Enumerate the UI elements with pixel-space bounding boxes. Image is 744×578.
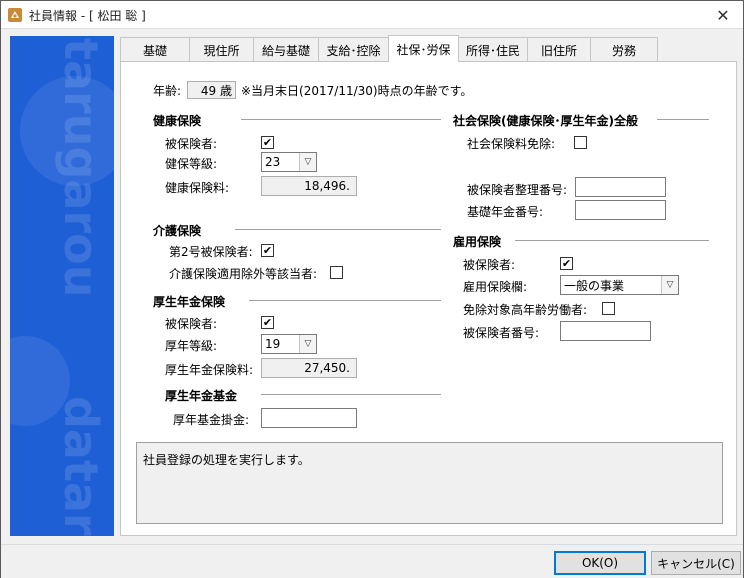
care-exempt-label: 介護保険適用除外等該当者: — [169, 267, 318, 281]
pension-premium-label: 厚生年金保険料: — [165, 363, 254, 377]
cancel-button[interactable]: キャンセル(C) — [651, 551, 741, 575]
message-text: 社員登録の処理を実行します。 — [143, 453, 310, 467]
tab-basic[interactable]: 基礎 — [120, 37, 190, 62]
employment-column-label: 雇用保険欄: — [463, 280, 528, 294]
tab-strip: 基礎 現住所 給与基礎 支給･控除 社保･労保 所得･住民 旧住所 労務 — [120, 35, 658, 62]
ref-number-label: 被保険者整理番号: — [467, 183, 568, 197]
employment-column-value: 一般の事業 — [564, 278, 625, 293]
employment-section-title: 雇用保険 — [453, 235, 502, 249]
health-grade-value: 23 — [265, 155, 281, 169]
age-label: 年齢: — [153, 84, 182, 98]
elderly-worker-label: 免除対象高年齢労働者: — [463, 303, 588, 317]
employment-column-select[interactable]: 一般の事業 ▽ — [560, 275, 679, 295]
health-premium-label: 健康保険料: — [165, 181, 230, 195]
health-premium-value: 18,496. — [261, 176, 357, 196]
app-icon — [8, 8, 22, 22]
basic-pension-label: 基礎年金番号: — [467, 205, 544, 219]
health-grade-label: 健保等級: — [165, 157, 218, 171]
age-value: 49 歳 — [187, 81, 236, 99]
chevron-down-icon: ▽ — [299, 335, 316, 353]
employment-insured-checkbox[interactable]: ✔ — [560, 257, 573, 270]
insured-number-input[interactable] — [560, 321, 651, 341]
pension-section-rule — [249, 300, 441, 301]
window-title: 社員情報 - [ 松田 聡 ] — [29, 9, 146, 23]
pension-grade-value: 19 — [265, 337, 281, 351]
pension-fund-section-title: 厚生年金基金 — [165, 389, 238, 403]
health-insured-label: 被保険者: — [165, 137, 218, 151]
pension-fund-section-rule — [261, 394, 441, 395]
tab-salary-basic[interactable]: 給与基礎 — [253, 37, 319, 62]
employment-insured-label: 被保険者: — [463, 258, 516, 272]
tab-old-address[interactable]: 旧住所 — [527, 37, 591, 62]
close-icon[interactable]: ✕ — [703, 1, 743, 29]
chevron-down-icon: ▽ — [299, 153, 316, 171]
pension-grade-label: 厚年等級: — [165, 339, 218, 353]
tab-social-labor-insurance[interactable]: 社保･労保 — [388, 35, 459, 62]
pension-premium-value: 27,450. — [261, 358, 357, 378]
care-section-title: 介護保険 — [153, 224, 202, 238]
button-bar: OK(O) キャンセル(C) — [1, 544, 743, 578]
social-exempt-label: 社会保険料免除: — [467, 137, 556, 151]
pension-insured-checkbox[interactable]: ✔ — [261, 316, 274, 329]
ok-button[interactable]: OK(O) — [554, 551, 646, 575]
age-note: ※当月末日(2017/11/30)時点の年齢です。 — [241, 84, 473, 98]
tab-current-address[interactable]: 現住所 — [189, 37, 254, 62]
care-no2-label: 第2号被保険者: — [169, 245, 253, 259]
insured-number-label: 被保険者番号: — [463, 326, 540, 340]
pension-section-title: 厚生年金保険 — [153, 295, 226, 309]
health-insured-checkbox[interactable]: ✔ — [261, 136, 274, 149]
side-banner: tarugarou datara — [10, 36, 114, 536]
employment-section-rule — [515, 240, 709, 241]
health-section-rule — [241, 119, 441, 120]
tab-pay-deduction[interactable]: 支給･控除 — [318, 37, 389, 62]
health-grade-select[interactable]: 23 ▽ — [261, 152, 317, 172]
pension-grade-select[interactable]: 19 ▽ — [261, 334, 317, 354]
ref-number-input[interactable] — [575, 177, 666, 197]
title-bar: 社員情報 - [ 松田 聡 ] ✕ — [1, 1, 743, 29]
social-exempt-checkbox[interactable] — [574, 136, 587, 149]
care-exempt-checkbox[interactable] — [330, 266, 343, 279]
care-section-rule — [235, 229, 441, 230]
social-section-rule — [657, 119, 709, 120]
pension-insured-label: 被保険者: — [165, 317, 218, 331]
health-section-title: 健康保険 — [153, 114, 202, 128]
tab-labor[interactable]: 労務 — [590, 37, 658, 62]
message-box: 社員登録の処理を実行します。 — [136, 442, 723, 524]
pension-fund-fee-input[interactable] — [261, 408, 357, 428]
elderly-worker-checkbox[interactable] — [602, 302, 615, 315]
chevron-down-icon: ▽ — [661, 276, 678, 294]
pension-fund-fee-label: 厚年基金掛金: — [173, 413, 250, 427]
social-section-title: 社会保険(健康保険･厚生年金)全般 — [453, 114, 638, 128]
employee-info-window: 社員情報 - [ 松田 聡 ] ✕ tarugarou datara 基礎 現住… — [0, 0, 744, 578]
tab-income-resident[interactable]: 所得･住民 — [458, 37, 528, 62]
basic-pension-input[interactable] — [575, 200, 666, 220]
care-no2-checkbox[interactable]: ✔ — [261, 244, 274, 257]
